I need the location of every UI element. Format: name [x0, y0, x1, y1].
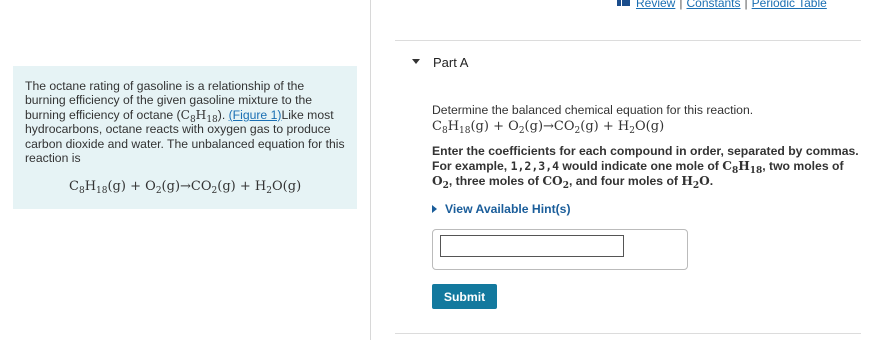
problem-statement-panel: The octane rating of gasoline is a relat…	[13, 66, 357, 209]
submit-button[interactable]: Submit	[432, 284, 497, 309]
periodic-table-link[interactable]: Periodic Table	[752, 0, 827, 10]
part-title: Part A	[433, 55, 469, 70]
view-hints-toggle[interactable]: View Available Hint(s)	[432, 202, 571, 216]
book-icon	[617, 0, 630, 6]
answer-container	[432, 229, 688, 270]
octane-formula: C8H18	[180, 107, 218, 125]
review-link[interactable]: Review	[636, 0, 675, 10]
expand-caret-icon	[432, 205, 437, 213]
answer-instructions: Enter the coefficients for each compound…	[432, 144, 859, 192]
collapse-caret-icon[interactable]	[412, 59, 420, 64]
problem-text: The octane rating of gasoline is a relat…	[25, 79, 345, 166]
unbalanced-equation: C8H18(g) + O2(g)→CO2(g) + H2O(g)	[69, 179, 302, 197]
question-equation: C8H18(g) + O2(g)→CO2(g) + H2O(g)	[432, 119, 665, 136]
example-code: 1,2,3,4	[510, 159, 560, 174]
panel-divider	[370, 0, 371, 340]
question-text: Determine the balanced chemical equation…	[432, 103, 754, 117]
figure-1-link[interactable]: (Figure 1)	[229, 108, 282, 122]
answer-input[interactable]	[440, 235, 624, 257]
constants-link[interactable]: Constants	[686, 0, 740, 10]
hint-label: View Available Hint(s)	[445, 202, 571, 216]
part-footer-divider	[395, 333, 861, 334]
link-separator: |	[679, 0, 683, 10]
part-a-header[interactable]: Part A	[395, 41, 861, 93]
top-links: Review | Constants | Periodic Table	[617, 0, 827, 10]
link-separator: |	[744, 0, 748, 10]
